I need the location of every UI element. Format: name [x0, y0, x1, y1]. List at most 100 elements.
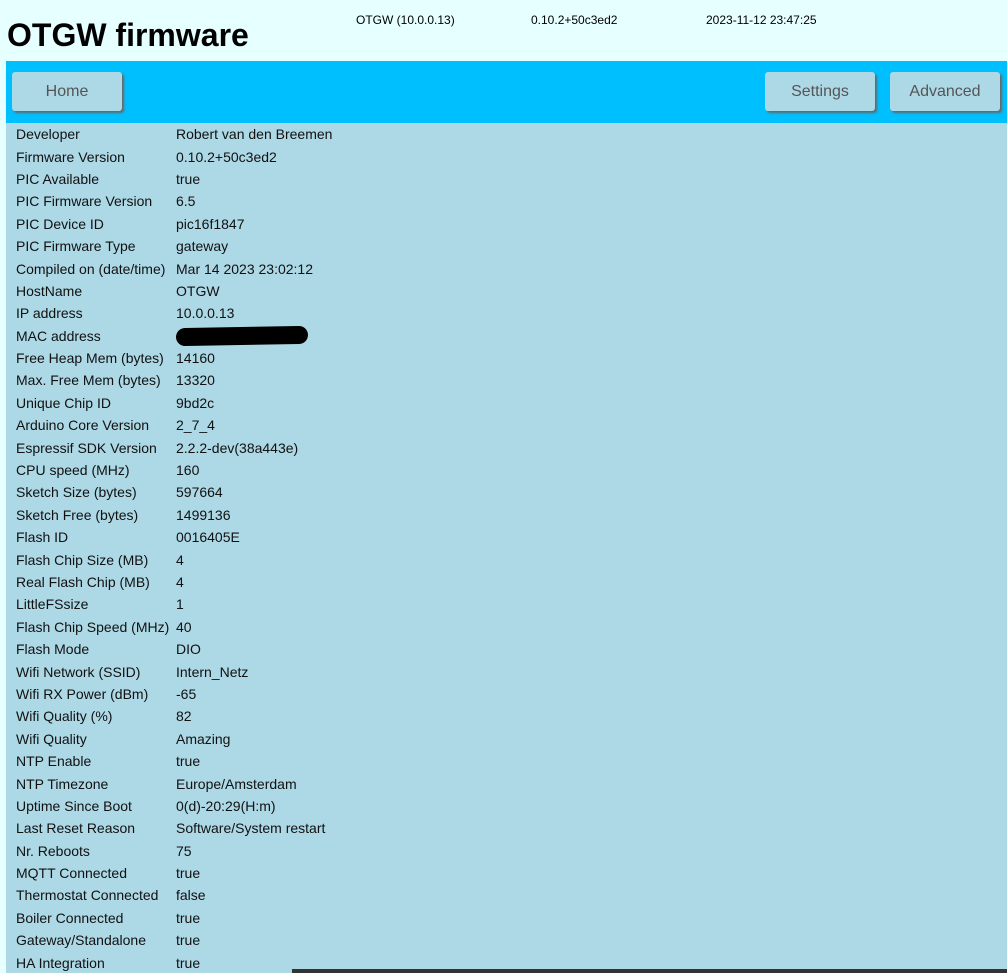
info-value: DIO [176, 641, 201, 658]
info-row: PIC Device ID pic16f1847 [14, 213, 334, 235]
info-value: 2_7_4 [176, 417, 215, 434]
info-value: true [176, 865, 201, 882]
info-label: PIC Firmware Type [16, 238, 136, 255]
info-label: Wifi Network (SSID) [16, 663, 141, 680]
info-row: Wifi Network (SSID) Intern_Netz [14, 660, 334, 682]
info-label: Wifi Quality (%) [16, 708, 113, 725]
info-label: Flash ID [16, 529, 69, 546]
info-value: 1 [176, 596, 184, 613]
info-label: MQTT Connected [16, 865, 128, 882]
info-label: PIC Device ID [16, 215, 104, 232]
info-value: Mar 14 2023 23:02:12 [176, 260, 313, 277]
info-label: MAC address [16, 327, 101, 344]
info-row: Nr. Reboots 75 [14, 840, 334, 862]
info-row: PIC Firmware Type gateway [14, 235, 334, 257]
info-label: Last Reset Reason [16, 820, 136, 837]
info-value: 82 [176, 708, 192, 725]
info-row: Uptime Since Boot 0(d)-20:29(H:m) [14, 795, 334, 817]
info-row: Free Heap Mem (bytes) 14160 [14, 347, 334, 369]
info-label: Unique Chip ID [16, 394, 111, 411]
info-value: Intern_Netz [176, 663, 249, 680]
info-value: 40 [176, 618, 192, 635]
info-row: Espressif SDK Version 2.2.2-dev(38a443e) [14, 436, 334, 458]
info-row: Unique Chip ID 9bd2c [14, 392, 334, 414]
info-value: false [176, 887, 206, 904]
info-value: 4 [176, 551, 184, 568]
info-value: 0016405E [176, 529, 240, 546]
info-row: Sketch Free (bytes) 1499136 [14, 504, 334, 526]
info-row: Last Reset Reason Software/System restart [14, 817, 334, 839]
firmware-version-header: 0.10.2+50c3ed2 [531, 13, 618, 27]
info-row: Sketch Size (bytes) 597664 [14, 481, 334, 503]
info-label: HostName [16, 282, 83, 299]
info-value: Amazing [176, 730, 231, 747]
info-row: PIC Firmware Version 6.5 [14, 190, 334, 212]
info-value: 0(d)-20:29(H:m) [176, 797, 276, 814]
app-title: OTGW firmware [7, 17, 249, 53]
info-label: Boiler Connected [16, 909, 124, 926]
info-value: gateway [176, 238, 229, 255]
info-value: 4 [176, 574, 184, 590]
info-label: Developer [16, 126, 80, 143]
info-label: Gateway/Standalone [16, 932, 146, 949]
info-label: Uptime Since Boot [16, 797, 132, 814]
info-value: true [176, 909, 201, 926]
info-label: Compiled on (date/time) [16, 260, 166, 277]
info-row: IP address 10.0.0.13 [14, 302, 334, 324]
info-value [174, 325, 334, 347]
info-row: Wifi Quality Amazing [14, 728, 334, 750]
info-label: NTP Timezone [16, 775, 109, 792]
redaction-mark [175, 326, 309, 347]
info-label: Nr. Reboots [16, 842, 90, 859]
info-value: 160 [176, 462, 200, 479]
info-row: Arduino Core Version 2_7_4 [14, 414, 334, 436]
info-row: Thermostat Connected false [14, 884, 334, 906]
info-row: Flash Chip Size (MB) 4 [14, 548, 334, 570]
info-row: Wifi RX Power (dBm) -65 [14, 683, 334, 705]
info-row: Firmware Version 0.10.2+50c3ed2 [14, 145, 334, 167]
info-value: 14160 [176, 350, 215, 367]
info-row: LittleFSsize 1 [14, 593, 334, 615]
nav-bar: Home Settings Advanced [6, 61, 1007, 123]
info-label: Thermostat Connected [16, 887, 159, 904]
info-value: true [176, 932, 201, 949]
info-label: LittleFSsize [16, 596, 89, 613]
advanced-button[interactable]: Advanced [890, 72, 1000, 111]
device-info-panel: Developer Robert van den Breemen Firmware … [6, 123, 1007, 973]
info-row: NTP Timezone Europe/Amsterdam [14, 772, 334, 794]
info-label: Flash Chip Speed (MHz) [16, 618, 170, 635]
info-value: 0.10.2+50c3ed2 [176, 148, 277, 165]
info-row: Max. Free Mem (bytes) 13320 [14, 369, 334, 391]
info-row: Compiled on (date/time) Mar 14 2023 23:02… [14, 257, 334, 279]
info-label: Max. Free Mem (bytes) [16, 372, 161, 389]
info-row: MAC address [14, 325, 334, 347]
info-label: Arduino Core Version [16, 417, 150, 434]
info-row: Flash Mode DIO [14, 638, 334, 660]
home-button[interactable]: Home [12, 72, 122, 111]
info-row: Gateway/Standalone true [14, 929, 334, 951]
info-value: Robert van den Breemen [176, 126, 333, 143]
info-label: Wifi Quality [16, 730, 87, 747]
info-label: Flash Chip Size (MB) [16, 551, 149, 568]
info-value: 13320 [176, 372, 215, 389]
info-label: Real Flash Chip (MB) [16, 574, 150, 590]
info-label: IP address [16, 305, 83, 322]
info-value: 1499136 [176, 506, 231, 523]
info-label: CPU speed (MHz) [16, 462, 130, 479]
info-value: true [176, 753, 201, 770]
info-row: Flash Chip Speed (MHz) 40 [14, 616, 334, 638]
info-value: 597664 [176, 484, 223, 501]
info-row: Wifi Quality (%) 82 [14, 705, 334, 727]
info-label: Sketch Size (bytes) [16, 484, 137, 501]
info-row: Flash ID 0016405E [14, 526, 334, 548]
device-info-table: Developer Robert van den Breemen Firmware … [14, 123, 334, 973]
host-info: OTGW (10.0.0.13) [356, 13, 455, 27]
info-row: PIC Available true [14, 168, 334, 190]
info-row: HA Integration true [14, 951, 334, 973]
info-value: 9bd2c [176, 394, 215, 411]
info-label: PIC Firmware Version [16, 193, 153, 210]
horizontal-scrollbar[interactable] [292, 969, 1007, 973]
info-row: CPU speed (MHz) 160 [14, 459, 334, 481]
settings-button[interactable]: Settings [765, 72, 875, 111]
info-label: Flash Mode [16, 641, 90, 658]
